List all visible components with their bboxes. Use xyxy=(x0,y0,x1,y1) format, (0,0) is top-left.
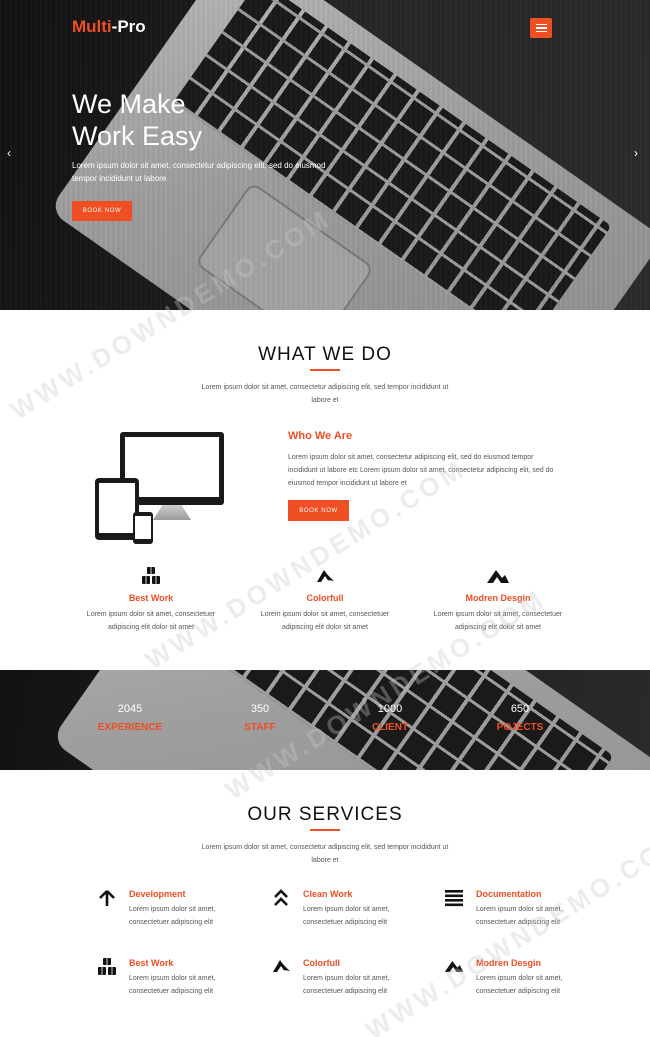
hero-title: We Make Work Easy xyxy=(72,88,332,152)
stat-experience: 2045 EXPERIENCE xyxy=(85,703,175,733)
brand-logo-part2: -Pro xyxy=(111,17,146,36)
slider-next-arrow-icon[interactable]: › xyxy=(634,146,638,160)
swoosh-icon xyxy=(245,565,405,587)
what-we-do-intro: Lorem ipsum dolor sit amet, consectetur … xyxy=(201,384,449,404)
hero-slider xyxy=(0,0,650,310)
feature-colorfull: Colorfull Lorem ipsum dolor sit amet, co… xyxy=(245,565,405,634)
brand-logo-part1: Multi xyxy=(72,17,112,36)
stat-number: 1000 xyxy=(377,703,403,715)
hero-text: Lorem ipsum dolor sit amet, consectetur … xyxy=(72,161,326,183)
double-chevron-up-icon xyxy=(271,889,291,909)
menu-line xyxy=(535,23,547,26)
stat-number: 2045 xyxy=(117,703,143,715)
stat-client: 1000 CLIENT xyxy=(345,703,435,733)
mountain-icon xyxy=(444,958,464,978)
our-services-title: OUR SERVICES xyxy=(247,804,403,825)
list-icon xyxy=(444,889,464,909)
hero-book-now-button[interactable]: BOOK NOW xyxy=(72,201,132,221)
stat-label: EXPERIENCE xyxy=(97,722,163,733)
slider-prev-arrow-icon[interactable]: ‹ xyxy=(7,146,11,160)
feature-title: Best Work xyxy=(128,593,174,603)
who-we-are-text: Lorem ipsum dolor sit amet, consectetur … xyxy=(288,454,554,487)
monitor-stand xyxy=(153,505,191,520)
feature-title: Modren Desgin xyxy=(465,593,531,603)
mountain-icon xyxy=(418,565,578,587)
feature-text: Lorem ipsum dolor sit amet, consectetuer… xyxy=(260,611,390,631)
stat-staff: 350 STAFF xyxy=(215,703,305,733)
feature-title: Colorfull xyxy=(306,593,344,603)
service-text: Lorem ipsum dolor sit amet, consectetuer… xyxy=(303,906,390,926)
service-text: Lorem ipsum dolor sit amet, consectetuer… xyxy=(476,906,563,926)
stat-projects: 650 POJECTS xyxy=(475,703,565,733)
stat-label: POJECTS xyxy=(496,722,544,733)
menu-line xyxy=(535,27,547,29)
service-title: Modren Desgin xyxy=(476,958,542,968)
boxes-icon xyxy=(97,958,117,978)
feature-best-work: Best Work Lorem ipsum dolor sit amet, co… xyxy=(71,565,231,634)
hero-title-line2: Work Easy xyxy=(72,121,203,151)
title-underline xyxy=(310,829,340,831)
service-title: Documentation xyxy=(476,889,542,899)
hero-title-line1: We Make xyxy=(72,89,186,119)
who-book-now-button[interactable]: BOOK NOW xyxy=(288,500,349,521)
service-title: Clean Work xyxy=(303,889,353,899)
service-text: Lorem ipsum dolor sit amet, consectetuer… xyxy=(303,975,390,995)
feature-modren-desgin: Modren Desgin Lorem ipsum dolor sit amet… xyxy=(418,565,578,634)
hamburger-menu-button[interactable] xyxy=(530,18,552,38)
devices-illustration xyxy=(95,430,230,545)
service-title: Colorfull xyxy=(303,958,340,968)
swoosh-icon xyxy=(271,958,291,978)
brand-logo[interactable]: Multi-Pro xyxy=(72,17,146,37)
phone-icon xyxy=(133,512,153,544)
our-services-intro: Lorem ipsum dolor sit amet, consectetur … xyxy=(201,844,449,864)
feature-text: Lorem ipsum dolor sit amet, consectetuer… xyxy=(86,611,216,631)
feature-text: Lorem ipsum dolor sit amet, consectetuer… xyxy=(433,611,563,631)
boxes-icon xyxy=(71,565,231,587)
stat-number: 350 xyxy=(250,703,270,715)
arrow-up-icon xyxy=(97,889,117,909)
stat-label: CLIENT xyxy=(371,722,409,733)
service-text: Lorem ipsum dolor sit amet, consectetuer… xyxy=(129,975,216,995)
title-underline xyxy=(310,369,340,371)
menu-line xyxy=(535,30,547,33)
stat-number: 650 xyxy=(510,703,530,715)
stat-label: STAFF xyxy=(244,722,276,733)
who-we-are-title: Who We Are xyxy=(288,430,353,442)
service-text: Lorem ipsum dolor sit amet, consectetuer… xyxy=(129,906,216,926)
service-title: Development xyxy=(129,889,186,899)
service-title: Best Work xyxy=(129,958,174,968)
service-text: Lorem ipsum dolor sit amet, consectetuer… xyxy=(476,975,563,995)
what-we-do-title: WHAT WE DO xyxy=(258,344,392,365)
